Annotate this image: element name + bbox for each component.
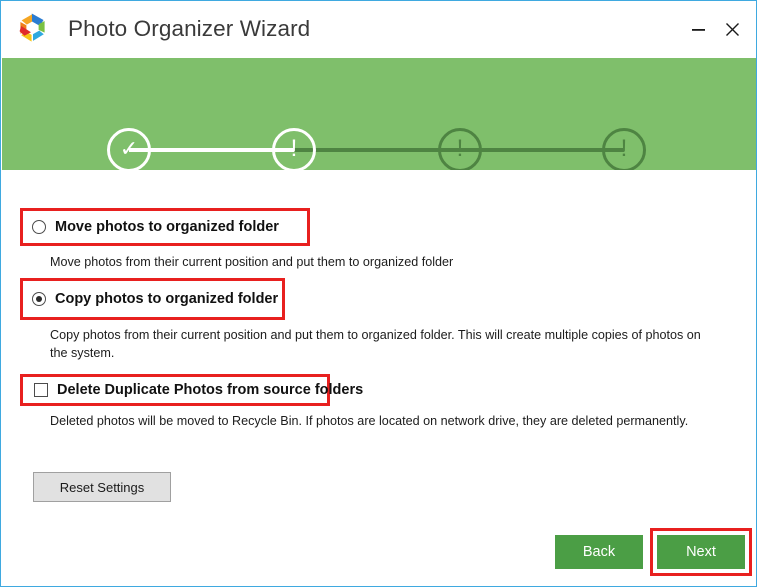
exclamation-icon: !: [620, 135, 628, 162]
checkbox-icon-unchecked: [34, 383, 48, 397]
radio-move-photos[interactable]: Move photos to organized folder: [32, 219, 279, 235]
minimize-icon[interactable]: [681, 12, 715, 46]
radio-icon-unselected: [32, 220, 46, 234]
stepper-node-organize-photos[interactable]: !: [602, 128, 646, 172]
radio-copy-photos-label: Copy photos to organized folder: [55, 291, 279, 307]
title-bar: Photo Organizer Wizard: [2, 2, 756, 56]
radio-copy-photos-description: Copy photos from their current position …: [50, 328, 701, 360]
checkbox-delete-duplicates-description: Deleted photos will be moved to Recycle …: [50, 414, 689, 428]
radio-move-photos-description: Move photos from their current position …: [50, 255, 454, 269]
radio-copy-photos[interactable]: Copy photos to organized folder: [32, 291, 278, 307]
checkbox-delete-duplicates-label: Delete Duplicate Photos from source fold…: [57, 382, 364, 398]
radio-move-photos-label: Move photos to organized folder: [55, 219, 279, 235]
stepper-node-organize-settings[interactable]: !: [272, 128, 316, 172]
checkbox-delete-duplicates[interactable]: Delete Duplicate Photos from source fold…: [34, 382, 363, 398]
settings-panel: Move photos to organized folder Move pho…: [2, 170, 756, 586]
close-icon[interactable]: [715, 12, 749, 46]
back-button[interactable]: Back: [555, 535, 643, 569]
wizard-stepper: ✓ ! ! ! Select Location Organize Setting…: [2, 58, 756, 213]
stepper-node-import-photos[interactable]: !: [438, 128, 482, 172]
window-controls: [681, 2, 749, 56]
app-title: Photo Organizer Wizard: [68, 16, 311, 41]
stepper-connector-1: [129, 148, 294, 152]
exclamation-icon: !: [456, 135, 464, 162]
reset-settings-button[interactable]: Reset Settings: [33, 472, 171, 502]
next-button[interactable]: Next: [657, 535, 745, 569]
stepper-node-select-location[interactable]: ✓: [107, 128, 151, 172]
stepper-track: ✓ ! ! ! Select Location Organize Setting…: [2, 58, 756, 213]
photo-organizer-wizard-window: Photo Organizer Wizard ✓ ! ! ! Move phot…: [0, 0, 757, 587]
stepper-connector-3: [460, 148, 624, 152]
exclamation-icon: !: [290, 135, 298, 162]
check-icon: ✓: [119, 137, 139, 162]
stepper-connector-2: [294, 148, 460, 152]
radio-icon-selected: [32, 292, 46, 306]
hexagon-color-wheel-logo-icon: [15, 11, 51, 47]
